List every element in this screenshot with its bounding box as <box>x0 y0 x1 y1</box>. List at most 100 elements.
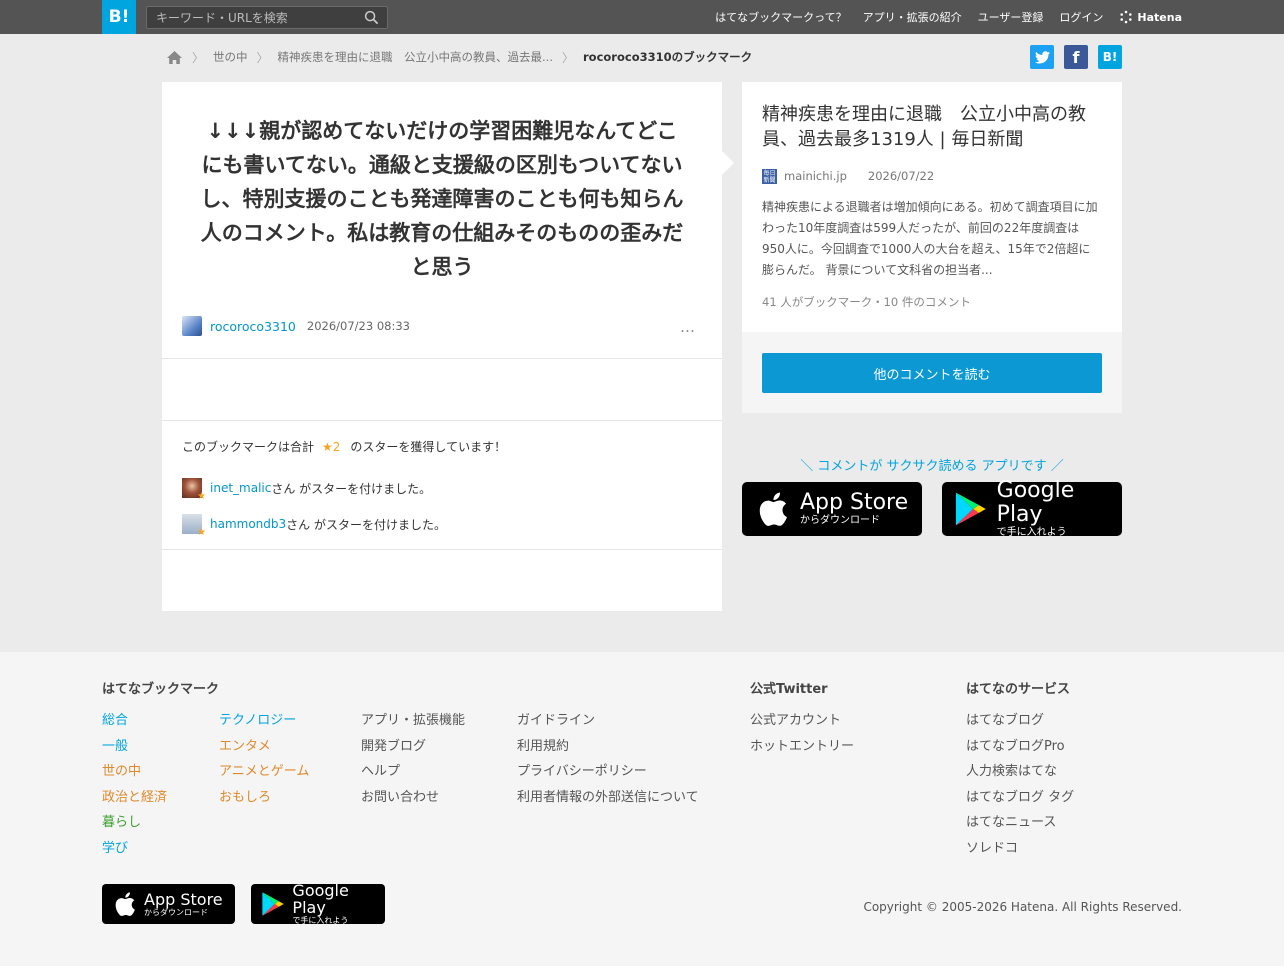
footer-heading-twitter: 公式Twitter <box>750 682 828 697</box>
footer-link-hotentry[interactable]: ホットエントリー <box>750 734 854 760</box>
more-options-icon[interactable]: … <box>680 318 696 336</box>
footer-link-life[interactable]: 暮らし <box>102 810 167 836</box>
footer-link-economics[interactable]: 政治と経済 <box>102 785 167 811</box>
footer-link-game[interactable]: アニメとゲーム <box>219 759 309 785</box>
read-comments-area: 他のコメントを読む <box>742 332 1122 413</box>
footer-link-hatena-blog-pro[interactable]: はてなブログPro <box>966 734 1074 760</box>
apple-logo-icon <box>759 492 787 526</box>
bookmark-card: ↓↓↓親が認めてないだけの学習困難児なんてどこにも書いてない。通級と支援級の区別… <box>162 82 722 611</box>
footer-google-play-badge[interactable]: Google Play で手に入れよう <box>251 881 385 925</box>
hatena-brand-link[interactable]: Hatena <box>1119 10 1182 24</box>
star-giver-link[interactable]: hammondb3 <box>210 517 286 531</box>
avatar[interactable]: ★ <box>182 478 206 502</box>
footer-link-it[interactable]: テクノロジー <box>219 708 309 734</box>
star-giver-link[interactable]: inet_malic <box>210 481 271 495</box>
home-icon[interactable] <box>166 50 183 65</box>
footer-link-hatena-blog[interactable]: はてなブログ <box>966 708 1074 734</box>
footer-link-blog-tags[interactable]: はてなブログ タグ <box>966 785 1074 811</box>
share-facebook-button[interactable]: f <box>1064 45 1088 69</box>
avatar[interactable]: ★ <box>182 514 206 538</box>
footer-col-services: はてなブログ はてなブログPro 人力検索はてな はてなブログ タグ はてなニュ… <box>966 708 1074 862</box>
footer-link-soredoko[interactable]: ソレドコ <box>966 836 1074 862</box>
nav-register[interactable]: ユーザー登録 <box>978 9 1044 25</box>
chevron-right-icon: 〉 <box>192 50 205 65</box>
footer-app-store-main: App Store <box>144 889 223 909</box>
footer-link-social[interactable]: 世の中 <box>102 759 167 785</box>
footer-link-terms[interactable]: 利用規約 <box>517 734 699 760</box>
breadcrumb-category[interactable]: 世の中 <box>213 49 248 65</box>
footer-link-ippan[interactable]: 一般 <box>102 734 167 760</box>
app-store-sub: からダウンロード <box>800 515 880 526</box>
footer-link-external-transmission[interactable]: 利用者情報の外部送信について <box>517 785 699 811</box>
stars-summary-suffix: のスターを獲得しています！ <box>350 440 507 454</box>
footer-link-knowledge[interactable]: 学び <box>102 836 167 862</box>
search-input[interactable] <box>147 7 357 28</box>
nav-login[interactable]: ログイン <box>1059 9 1103 25</box>
divider <box>162 358 722 359</box>
entry-domain-link[interactable]: mainichi.jp <box>784 169 847 183</box>
entry-card: 精神疾患を理由に退職 公立小中高の教員、過去最多1319人 | 毎日新聞 毎日新… <box>742 82 1122 332</box>
chevron-right-icon: 〉 <box>562 50 575 65</box>
hatena-bookmark-logo[interactable]: B! <box>102 0 136 34</box>
footer-link-apps[interactable]: アプリ・拡張機能 <box>361 708 465 734</box>
star-giver-text: さん がスターを付けました。 <box>286 517 446 532</box>
search-icon[interactable] <box>364 10 379 25</box>
stars-summary: このブックマークは合計 ★2 のスターを獲得しています！ <box>182 438 506 455</box>
app-store-badge[interactable]: App Store からダウンロード <box>742 482 922 536</box>
entry-stats-link[interactable]: 41 人がブックマーク・10 件のコメント <box>762 294 971 310</box>
footer-link-hatena-news[interactable]: はてなニュース <box>966 810 1074 836</box>
footer-link-official-account[interactable]: 公式アカウント <box>750 708 854 734</box>
star-giver-row: ★ inet_malic さん がスターを付けました。 <box>182 478 432 502</box>
star-icon: ★ <box>197 527 206 538</box>
stars-summary-prefix: このブックマークは合計 <box>182 440 315 454</box>
entry-title-link[interactable]: 精神疾患を理由に退職 公立小中高の教員、過去最多1319人 | 毎日新聞 <box>762 102 1104 152</box>
footer-google-play-main: Google Play <box>292 881 349 917</box>
footer-link-contact[interactable]: お問い合わせ <box>361 785 465 811</box>
avatar[interactable] <box>182 316 202 336</box>
footer-link-privacy[interactable]: プライバシーポリシー <box>517 759 699 785</box>
share-twitter-button[interactable] <box>1030 45 1054 69</box>
card-pointer <box>722 151 734 175</box>
divider <box>162 420 722 421</box>
facebook-f-icon: f <box>1072 47 1080 67</box>
site-favicon-icon: 毎日新聞 <box>762 168 777 184</box>
footer-app-store-sub: からダウンロード <box>144 907 208 917</box>
footer-col-policy: ガイドライン 利用規約 プライバシーポリシー 利用者情報の外部送信について <box>517 708 699 810</box>
top-bar: B! はてなブックマークって？ アプリ・拡張の紹介 ユーザー登録 ログイン Ha… <box>0 0 1284 34</box>
nav-about[interactable]: はてなブックマークって？ <box>715 9 846 25</box>
search-box <box>146 6 388 29</box>
entry-meta: 毎日新聞 mainichi.jp 2026/07/22 <box>762 168 934 184</box>
bookmark-user-link[interactable]: rocoroco3310 <box>210 319 296 334</box>
footer-app-store-badge[interactable]: App Store からダウンロード <box>102 884 235 924</box>
read-comments-button[interactable]: 他のコメントを読む <box>762 353 1102 393</box>
footer-col-twitter: 公式アカウント ホットエントリー <box>750 708 854 759</box>
footer-link-jinriki[interactable]: 人力検索はてな <box>966 759 1074 785</box>
top-nav: はてなブックマークって？ アプリ・拡張の紹介 ユーザー登録 ログイン Haten… <box>715 0 1182 34</box>
bookmark-datetime: 2026/07/23 08:33 <box>306 319 410 333</box>
app-store-main: App Store <box>800 490 909 515</box>
share-hatena-button[interactable]: B! <box>1098 45 1122 69</box>
entry-summary: 精神疾患による退職者は増加傾向にある。初めて調査項目に加わった10年度調査は59… <box>762 200 1098 277</box>
copyright: Copyright © 2005-2026 Hatena. All Rights… <box>863 900 1182 914</box>
star-giver-row: ★ hammondb3 さん がスターを付けました。 <box>182 514 446 538</box>
google-play-main: Google Play <box>996 478 1075 527</box>
google-play-icon <box>955 492 986 526</box>
app-promo-text: ＼ コメントが サクサク読める アプリです ／ <box>800 459 1064 474</box>
footer-link-general[interactable]: 総合 <box>102 708 167 734</box>
footer-google-play-sub: で手に入れよう <box>292 916 349 925</box>
star-count[interactable]: ★2 <box>322 440 340 454</box>
star-giver-text: さん がスターを付けました。 <box>271 481 432 496</box>
footer-link-entertainment[interactable]: エンタメ <box>219 734 309 760</box>
nav-apps[interactable]: アプリ・拡張の紹介 <box>863 9 962 25</box>
footer-link-help[interactable]: ヘルプ <box>361 759 465 785</box>
footer-app-store-text: App Store からダウンロード <box>144 891 223 918</box>
breadcrumb-entry[interactable]: 精神疾患を理由に退職 公立小中高の教員、過去最... <box>278 49 553 65</box>
footer-link-fun[interactable]: おもしろ <box>219 785 309 811</box>
google-play-text: Google Play で手に入れよう <box>997 479 1122 539</box>
apple-logo-icon <box>115 892 135 916</box>
footer-link-devblog[interactable]: 開発ブログ <box>361 734 465 760</box>
footer-heading-bookmark: はてなブックマーク <box>102 682 220 697</box>
footer-link-guideline[interactable]: ガイドライン <box>517 708 699 734</box>
twitter-bird-icon <box>1034 50 1050 63</box>
google-play-badge[interactable]: Google Play で手に入れよう <box>942 479 1122 539</box>
